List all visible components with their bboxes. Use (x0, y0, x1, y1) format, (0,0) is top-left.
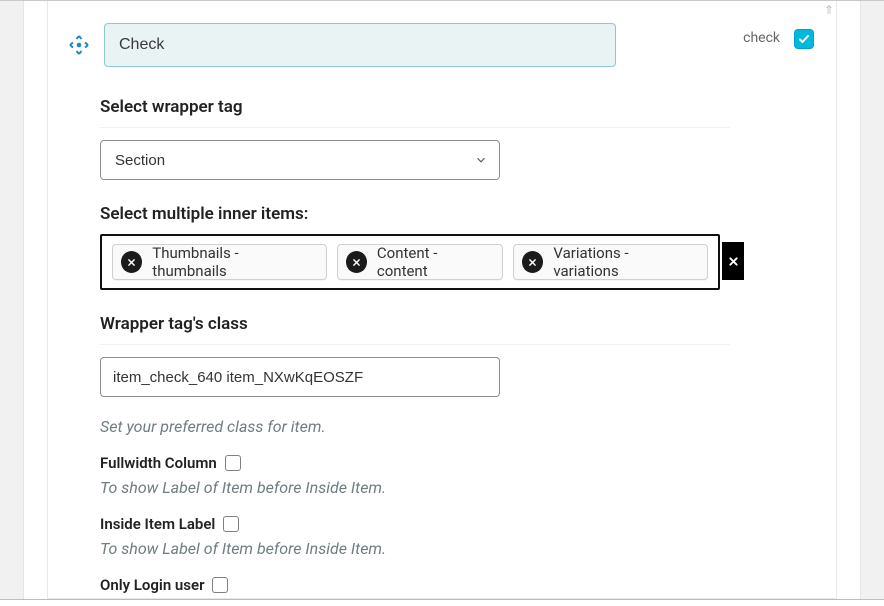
fullwidth-column-checkbox[interactable] (225, 455, 241, 471)
header-right-label: check (743, 30, 780, 46)
chip-remove-button[interactable] (346, 251, 367, 273)
item-title-input[interactable] (104, 23, 616, 67)
move-handle[interactable] (64, 33, 94, 57)
outer-rail-left (0, 1, 24, 599)
page-outer: ⇑ check Select wr (0, 0, 884, 600)
close-icon (352, 258, 361, 267)
chip-label: Thumbnails - thumbnails (152, 244, 311, 280)
inner-items-label: Select multiple inner items: (100, 204, 730, 224)
close-icon (528, 258, 537, 267)
inside-item-label-checkbox[interactable] (223, 516, 239, 532)
move-icon (67, 33, 91, 57)
inner-item-chip: Variations - variations (513, 244, 708, 280)
inner-items-multiselect[interactable]: Thumbnails - thumbnails Content - conten… (100, 234, 720, 290)
card-content: Select wrapper tag Section Select multip… (70, 67, 730, 594)
inside-item-label-hint: To show Label of Item before Inside Item… (100, 539, 730, 558)
wrapper-tag-select[interactable]: Section (100, 140, 500, 180)
card-header-row: check (70, 11, 814, 67)
close-icon (127, 258, 136, 267)
inner-item-chip: Thumbnails - thumbnails (112, 244, 327, 280)
chip-remove-button[interactable] (121, 251, 142, 273)
clear-all-button[interactable] (722, 242, 744, 280)
fullwidth-column-label: Fullwidth Column (100, 454, 217, 472)
wrapper-class-hint: Set your preferred class for item. (100, 417, 730, 436)
check-icon (798, 33, 810, 45)
only-login-user-checkbox[interactable] (212, 577, 228, 593)
settings-card: ⇑ check Select wr (47, 1, 837, 599)
inside-item-label-label: Inside Item Label (100, 515, 215, 533)
chip-label: Content - content (377, 244, 488, 280)
fullwidth-column-hint: To show Label of Item before Inside Item… (100, 478, 730, 497)
close-icon (728, 256, 739, 267)
chip-remove-button[interactable] (522, 251, 543, 273)
wrapper-tag-label: Select wrapper tag (100, 97, 730, 128)
outer-rail-right (860, 1, 884, 599)
chip-label: Variations - variations (553, 244, 693, 280)
wrapper-class-input[interactable] (100, 357, 500, 397)
only-login-user-label: Only Login user (100, 576, 204, 594)
collapse-icon[interactable]: ⇑ (824, 3, 830, 17)
header-enabled-checkbox[interactable] (794, 29, 814, 49)
inner-item-chip: Content - content (337, 244, 503, 280)
wrapper-class-label: Wrapper tag's class (100, 314, 730, 345)
